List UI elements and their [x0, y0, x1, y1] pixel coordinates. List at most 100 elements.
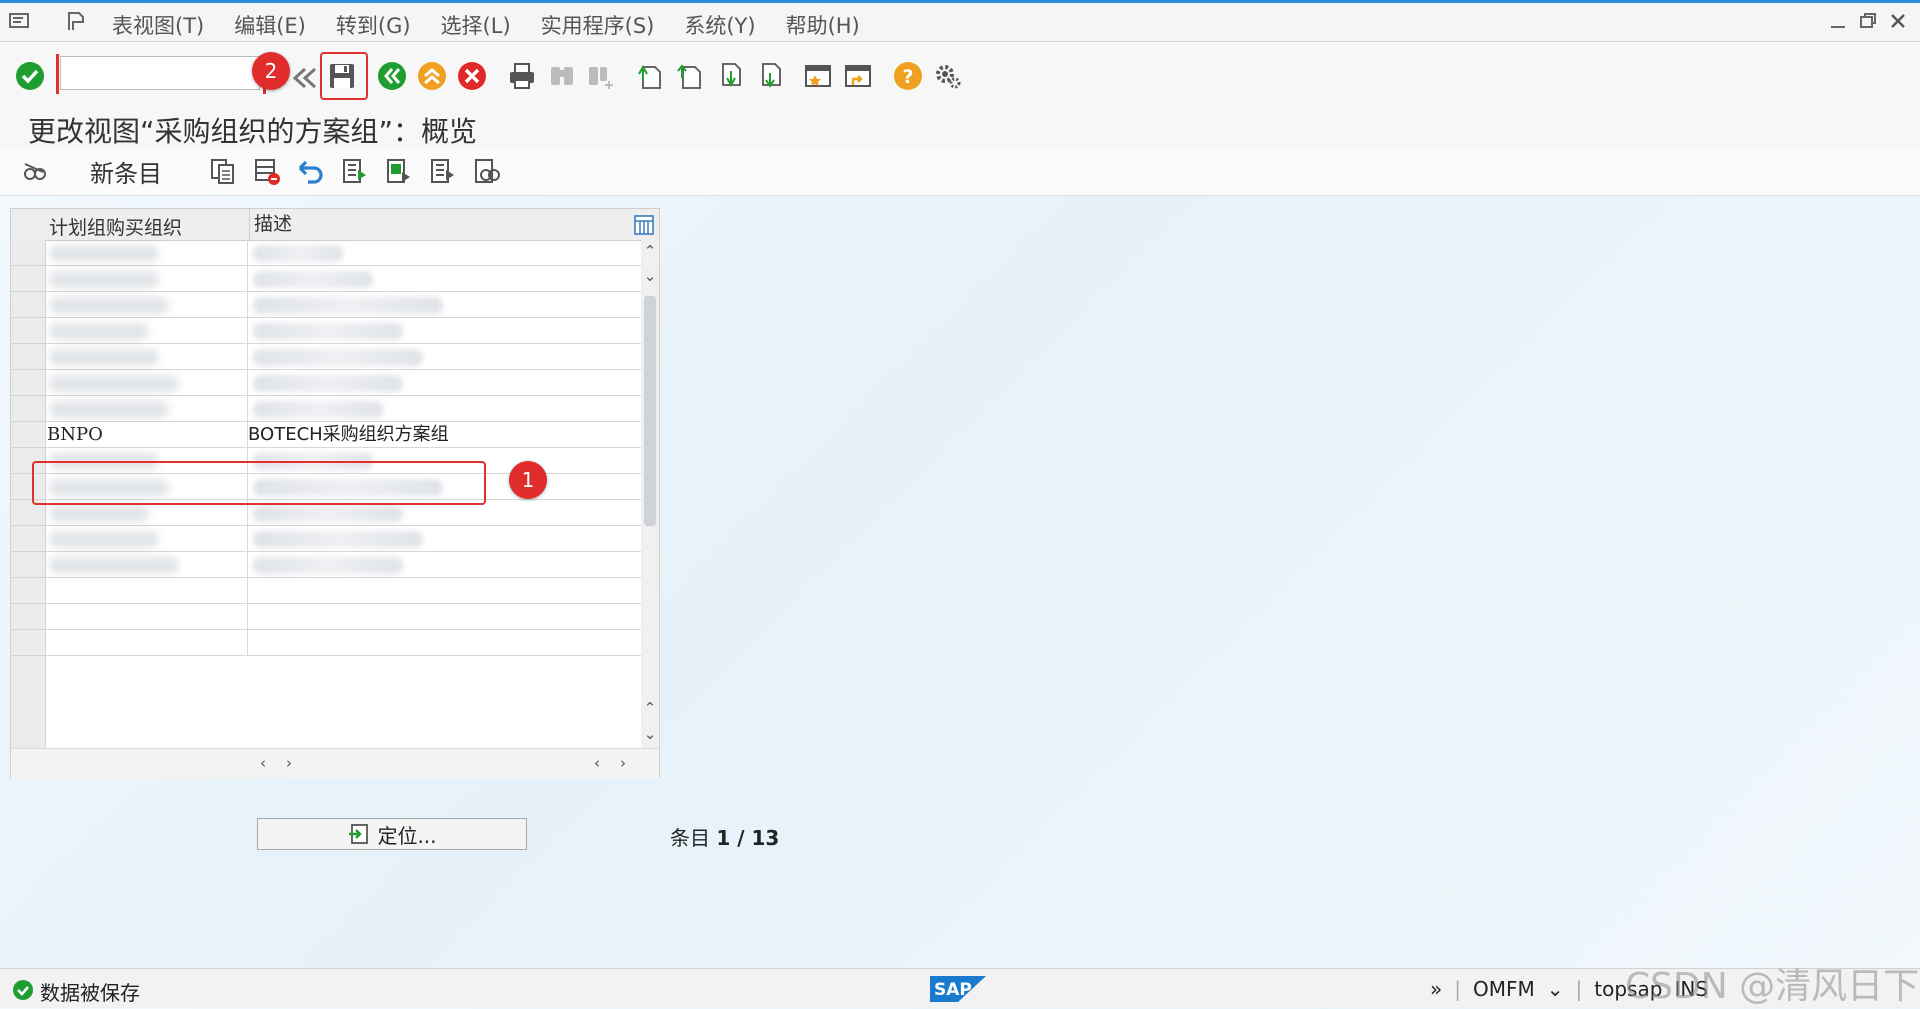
find-icon[interactable] [546, 60, 578, 92]
help-icon[interactable]: ? [892, 60, 924, 92]
first-page-icon[interactable] [634, 60, 666, 92]
table-row[interactable] [45, 526, 641, 552]
row-selector[interactable] [11, 396, 45, 422]
row-selector[interactable] [11, 578, 45, 604]
row-selector[interactable] [11, 604, 45, 630]
scroll-page-up-bottom-icon[interactable]: ⌃ [642, 700, 658, 716]
previous-page-icon[interactable] [674, 60, 706, 92]
status-expand-icon[interactable]: » [1430, 977, 1442, 1001]
menu-item-edit[interactable]: 编辑(E) [234, 10, 306, 40]
select-block-icon[interactable] [384, 156, 414, 186]
scroll-right-icon-2[interactable]: › [615, 755, 631, 771]
find-next-icon[interactable] [584, 60, 616, 92]
menu-item-goto[interactable]: 转到(G) [336, 10, 411, 40]
scroll-up-icon[interactable]: ⌃ [642, 243, 658, 259]
column-header-plan-group[interactable]: 计划组购买组织 [49, 213, 182, 240]
table-row[interactable] [45, 500, 641, 526]
column-header-description[interactable]: 描述 [249, 209, 292, 240]
table-row[interactable] [45, 370, 641, 396]
select-all-icon[interactable] [340, 156, 370, 186]
row-selector[interactable] [11, 370, 45, 396]
cell-plan-group[interactable]: BNPO [45, 422, 247, 448]
scroll-left-icon-2[interactable]: ‹ [589, 755, 605, 771]
separator: | [1454, 977, 1461, 1001]
status-message[interactable]: 数据被保存 [40, 977, 140, 1006]
scroll-thumb[interactable] [644, 296, 656, 526]
cell-description[interactable] [247, 578, 638, 604]
redacted-code [49, 479, 169, 496]
row-selector[interactable] [11, 448, 45, 474]
deselect-all-icon[interactable] [428, 156, 458, 186]
row-selector[interactable] [11, 344, 45, 370]
table-row[interactable] [45, 240, 641, 266]
scroll-right-icon-1[interactable]: › [281, 755, 297, 771]
cell-plan-group[interactable] [45, 604, 247, 630]
table-row[interactable] [45, 448, 641, 474]
cell-description[interactable] [247, 604, 638, 630]
exit-icon[interactable] [416, 60, 448, 92]
row-selector[interactable] [11, 630, 45, 656]
cell-plan-group[interactable] [45, 578, 247, 604]
vertical-scrollbar[interactable]: ⌃ ⌄ ⌃ ⌄ [641, 240, 659, 748]
row-selector[interactable] [11, 240, 45, 266]
redacted-code [49, 557, 179, 574]
new-session-icon[interactable] [802, 60, 834, 92]
undo-icon[interactable] [296, 156, 326, 186]
row-selector[interactable] [11, 500, 45, 526]
row-selector[interactable] [11, 292, 45, 318]
last-page-icon[interactable] [754, 60, 786, 92]
display-change-icon[interactable] [20, 156, 50, 186]
new-entries-button[interactable]: 新条目 [90, 156, 162, 188]
table-row[interactable] [45, 578, 641, 604]
row-selector[interactable] [11, 266, 45, 292]
menu-item-table-view[interactable]: 表视图(T) [112, 10, 204, 40]
command-field[interactable] [60, 56, 260, 90]
print-field-list-icon[interactable] [472, 156, 502, 186]
horizontal-scrollbar[interactable]: ‹ › ‹ › [11, 748, 659, 778]
table-row[interactable] [45, 396, 641, 422]
table-row[interactable]: BNPO BOTECH采购组织方案组 [45, 422, 641, 448]
scroll-down-icon[interactable]: ⌄ [642, 726, 658, 742]
table-row[interactable] [45, 318, 641, 344]
save-icon[interactable] [326, 60, 358, 92]
cell-description[interactable] [247, 630, 638, 656]
row-selector[interactable] [11, 474, 45, 500]
row-selector[interactable] [11, 526, 45, 552]
copy-as-icon[interactable] [208, 156, 238, 186]
menu-item-utilities[interactable]: 实用程序(S) [541, 10, 655, 40]
table-row[interactable] [45, 552, 641, 578]
position-button[interactable]: 定位... [257, 818, 527, 850]
table-row[interactable] [45, 344, 641, 370]
shortcut-icon[interactable] [842, 60, 874, 92]
customize-icon[interactable] [64, 10, 88, 32]
scroll-page-down-icon[interactable]: ⌄ [642, 268, 658, 284]
print-icon[interactable] [506, 60, 538, 92]
table-row[interactable] [45, 292, 641, 318]
cancel-icon[interactable] [456, 60, 488, 92]
row-selector[interactable] [11, 318, 45, 344]
close-window-icon[interactable] [1888, 10, 1908, 32]
table-row[interactable] [45, 266, 641, 292]
menu-toggle-icon[interactable] [8, 10, 32, 32]
table-settings-icon[interactable] [634, 215, 654, 239]
menu-item-system[interactable]: 系统(Y) [684, 10, 755, 40]
menu-item-selection[interactable]: 选择(L) [441, 10, 511, 40]
cell-description[interactable]: BOTECH采购组织方案组 [247, 422, 638, 448]
scroll-left-icon-1[interactable]: ‹ [255, 755, 271, 771]
table-row[interactable] [45, 604, 641, 630]
enter-icon[interactable] [14, 60, 46, 92]
command-collapse-icon[interactable] [288, 62, 320, 94]
system-dropdown-icon[interactable]: ⌄ [1547, 977, 1564, 1001]
restore-icon[interactable] [1858, 10, 1878, 32]
back-icon[interactable] [376, 60, 408, 92]
next-page-icon[interactable] [714, 60, 746, 92]
minimize-icon[interactable] [1828, 10, 1848, 32]
row-selector[interactable] [11, 552, 45, 578]
cell-plan-group[interactable] [45, 630, 247, 656]
menu-item-help[interactable]: 帮助(H) [786, 10, 860, 40]
table-row[interactable] [45, 630, 641, 656]
row-selector[interactable] [11, 422, 45, 448]
table-row[interactable] [45, 474, 641, 500]
delete-row-icon[interactable] [252, 156, 282, 186]
settings-gear-icon[interactable] [932, 60, 964, 92]
